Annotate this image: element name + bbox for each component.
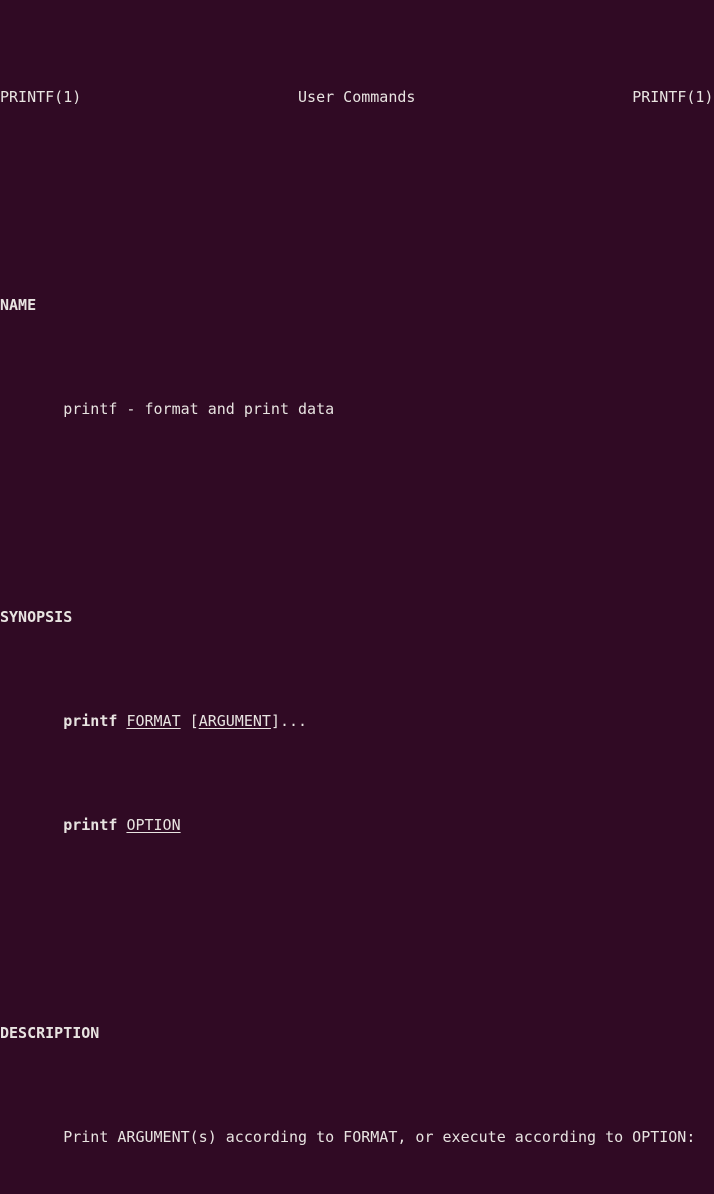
synopsis-format-operand: FORMAT xyxy=(126,712,181,730)
section-heading-description-label: DESCRIPTION xyxy=(0,1024,100,1042)
terminal-window[interactable]: PRINTF(1) User Commands PRINTF(1) NAME p… xyxy=(0,0,714,1146)
synopsis-option-operand: OPTION xyxy=(126,816,181,834)
synopsis-bracket-close: ]... xyxy=(270,712,308,730)
terminal-screen: PRINTF(1) User Commands PRINTF(1) NAME p… xyxy=(0,6,714,1194)
synopsis-bracket-open: [ xyxy=(180,712,199,730)
header-left-title: PRINTF(1) xyxy=(0,88,82,106)
description-body-line: Print ARGUMENT(s) according to FORMAT, o… xyxy=(0,1124,714,1150)
synopsis-line-1: printf FORMAT [ARGUMENT]... xyxy=(0,708,714,734)
header-gap-right xyxy=(415,88,632,106)
synopsis-command-name: printf xyxy=(63,816,118,834)
synopsis-command-name: printf xyxy=(63,712,118,730)
header-right-title: PRINTF(1) xyxy=(632,88,714,106)
section-heading-name-label: NAME xyxy=(0,296,37,314)
synopsis-argument-operand: ARGUMENT xyxy=(198,712,271,730)
section-heading-description: DESCRIPTION xyxy=(0,1020,714,1046)
manpage-header-line: PRINTF(1) User Commands PRINTF(1) xyxy=(0,84,714,110)
name-description-text: printf - format and print data xyxy=(63,400,335,418)
synopsis-line-2: printf OPTION xyxy=(0,812,714,838)
description-text: Print ARGUMENT(s) according to FORMAT, o… xyxy=(63,1128,696,1146)
section-heading-synopsis-label: SYNOPSIS xyxy=(0,608,73,626)
section-heading-synopsis: SYNOPSIS xyxy=(0,604,714,630)
header-center-title: User Commands xyxy=(298,88,416,106)
section-heading-name: NAME xyxy=(0,292,714,318)
header-gap-left xyxy=(81,88,298,106)
name-body-line: printf - format and print data xyxy=(0,396,714,422)
